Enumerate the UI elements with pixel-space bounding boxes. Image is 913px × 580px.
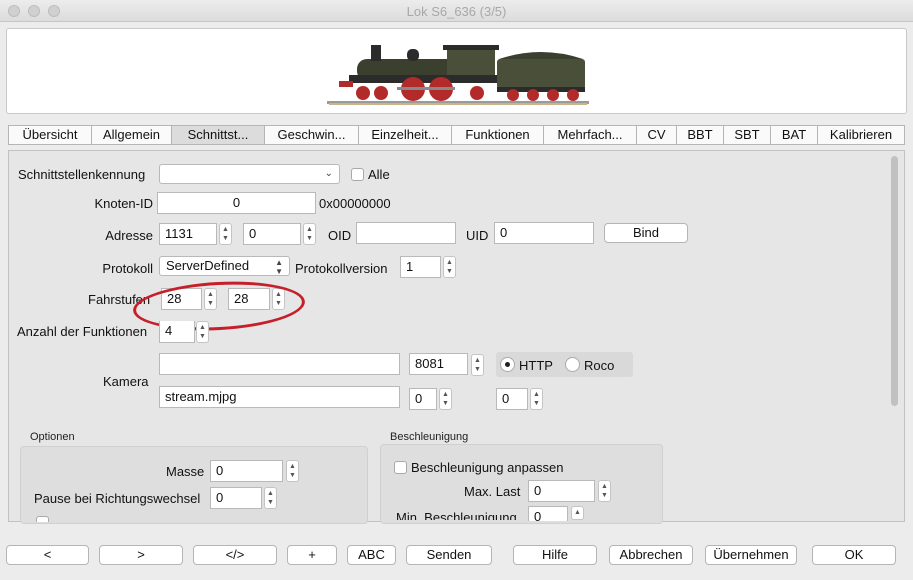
adresse2-input[interactable]: 0 xyxy=(243,223,301,245)
alle-checkbox[interactable] xyxy=(351,168,364,181)
optionen-partial-checkbox[interactable] xyxy=(36,516,49,522)
kamera-val1-input[interactable]: 0 xyxy=(409,388,437,410)
knoten-id-input[interactable]: 0 xyxy=(157,192,316,214)
kamera-val2-input[interactable]: 0 xyxy=(496,388,528,410)
tab-bat[interactable]: BAT xyxy=(770,125,817,145)
tab-cv[interactable]: CV xyxy=(636,125,676,145)
tab-bbt[interactable]: BBT xyxy=(676,125,723,145)
protokollversion-input[interactable]: 1 xyxy=(400,256,441,278)
adresse-label: Adresse xyxy=(105,228,153,243)
protokollversion-spinner-up-down-arrows-icon[interactable]: ▲ ▼ xyxy=(443,256,456,278)
locomotive-image xyxy=(327,45,589,105)
up-down-arrows-icon: ▲ ▼ xyxy=(275,258,283,276)
anzahl-funktionen-input[interactable]: 4 xyxy=(159,321,195,343)
beschleunigung-anpassen-checkbox[interactable] xyxy=(394,461,407,474)
chevron-down-icon: ⌄ xyxy=(324,168,333,179)
protokoll-select[interactable]: ServerDefined ▲ ▼ xyxy=(159,256,290,276)
title-bar: Lok S6_636 (3/5) xyxy=(0,0,913,22)
tab-funktionen[interactable]: Funktionen xyxy=(451,125,543,145)
plus-button[interactable]: + xyxy=(287,545,337,565)
knoten-id-label: Knoten-ID xyxy=(94,196,153,211)
schnittstellenkennung-label: Schnittstellenkennung xyxy=(18,167,146,182)
pause-label: Pause bei Richtungswechsel xyxy=(34,491,201,506)
next-button[interactable]: > xyxy=(99,545,183,565)
min-beschleunigung-input[interactable]: 0 xyxy=(528,506,568,521)
kamera-port-spinner-up-down-arrows-icon[interactable]: ▲ ▼ xyxy=(471,354,484,376)
optionen-title: Optionen xyxy=(30,431,75,443)
code-button[interactable]: </> xyxy=(193,545,277,565)
optionen-group xyxy=(20,446,368,524)
roco-label: Roco xyxy=(584,358,615,373)
protokollversion-label: Protokollversion xyxy=(295,261,388,276)
adresse2-spinner-up-down-arrows-icon[interactable]: ▲ ▼ xyxy=(303,223,316,245)
min-beschleunigung-spinner-up-down-arrows-icon[interactable]: ▲ xyxy=(571,506,584,520)
knoten-id-hex: 0x00000000 xyxy=(319,196,391,211)
max-last-input[interactable]: 0 xyxy=(528,480,595,502)
tab-kalibrieren[interactable]: Kalibrieren xyxy=(817,125,905,145)
max-last-spinner-up-down-arrows-icon[interactable]: ▲ ▼ xyxy=(598,480,611,502)
kamera-port-input[interactable]: 8081 xyxy=(409,353,468,375)
anzahl-funktionen-label: Anzahl der Funktionen xyxy=(17,324,148,339)
max-last-label: Max. Last xyxy=(464,484,521,499)
uid-label: UID xyxy=(466,228,489,243)
abc-button[interactable]: ABC xyxy=(347,545,396,565)
kamera-host-input[interactable] xyxy=(159,353,400,375)
uebernehmen-button[interactable]: Übernehmen xyxy=(705,545,797,565)
scrollbar-thumb[interactable] xyxy=(891,156,898,406)
http-label: HTTP xyxy=(519,358,553,373)
protokoll-label: Protokoll xyxy=(102,261,153,276)
masse-spinner-up-down-arrows-icon[interactable]: ▲ ▼ xyxy=(286,460,299,482)
uid-input[interactable]: 0 xyxy=(494,222,594,244)
oid-input[interactable] xyxy=(356,222,456,244)
pause-input[interactable]: 0 xyxy=(210,487,262,509)
beschleunigung-title: Beschleunigung xyxy=(390,431,469,443)
tab-einzelheiten[interactable]: Einzelheit... xyxy=(358,125,451,145)
tab-schnittstelle[interactable]: Schnittst... xyxy=(171,125,264,145)
tab-allgemein[interactable]: Allgemein xyxy=(91,125,171,145)
kamera-path-input[interactable]: stream.mjpg xyxy=(159,386,400,408)
min-beschleunigung-label: Min. Beschleunigung xyxy=(396,511,517,520)
oid-label: OID xyxy=(328,228,352,243)
locomotive-banner xyxy=(6,28,907,114)
kamera-val2-spinner-up-down-arrows-icon[interactable]: ▲ ▼ xyxy=(530,388,543,410)
kamera-label: Kamera xyxy=(103,374,149,389)
tab-geschwindigkeit[interactable]: Geschwin... xyxy=(264,125,358,145)
adresse-input[interactable]: 1131 xyxy=(159,223,217,245)
roco-radio[interactable] xyxy=(565,357,580,372)
bind-button[interactable]: Bind xyxy=(604,223,688,243)
abbrechen-button[interactable]: Abbrechen xyxy=(609,545,693,565)
tab-uebersicht[interactable]: Übersicht xyxy=(8,125,91,145)
pause-spinner-up-down-arrows-icon[interactable]: ▲ ▼ xyxy=(264,487,277,509)
tab-bar: Übersicht Allgemein Schnittst... Geschwi… xyxy=(8,125,905,145)
schnittstellenkennung-select[interactable]: ⌄ xyxy=(159,164,340,184)
masse-input[interactable]: 0 xyxy=(210,460,283,482)
prev-button[interactable]: < xyxy=(6,545,89,565)
senden-button[interactable]: Senden xyxy=(406,545,492,565)
adresse-spinner-up-down-arrows-icon[interactable]: ▲ ▼ xyxy=(219,223,232,245)
anzahl-funktionen-spinner-up-down-arrows-icon[interactable]: ▲ ▼ xyxy=(196,321,209,343)
beschleunigung-anpassen-label: Beschleunigung anpassen xyxy=(411,460,564,475)
tab-mehrfach[interactable]: Mehrfach... xyxy=(543,125,636,145)
kamera-val1-spinner-up-down-arrows-icon[interactable]: ▲ ▼ xyxy=(439,388,452,410)
window-title: Lok S6_636 (3/5) xyxy=(406,4,507,19)
ok-button[interactable]: OK xyxy=(812,545,896,565)
masse-label: Masse xyxy=(166,464,205,479)
alle-label: Alle xyxy=(368,167,390,182)
http-radio[interactable] xyxy=(500,357,515,372)
hilfe-button[interactable]: Hilfe xyxy=(513,545,597,565)
tab-sbt[interactable]: SBT xyxy=(723,125,770,145)
